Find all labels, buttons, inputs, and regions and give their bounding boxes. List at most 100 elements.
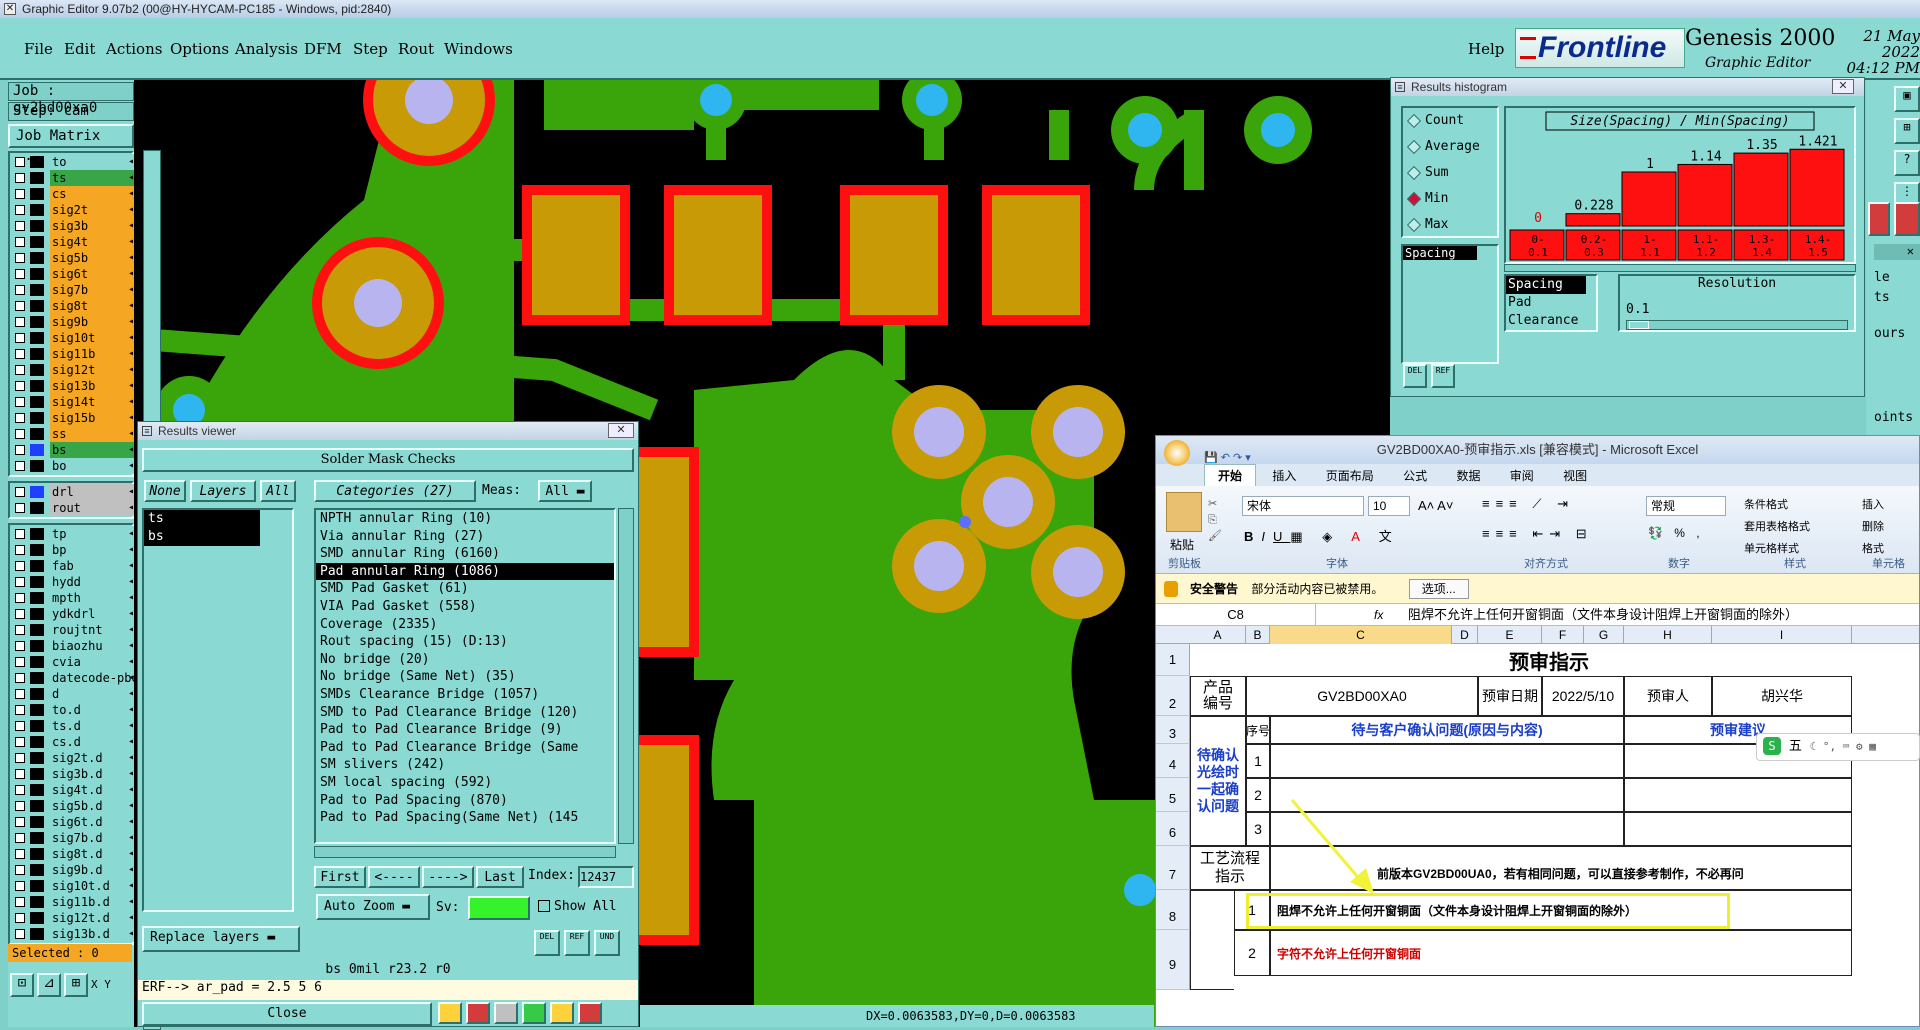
result-layer-item[interactable]: ts	[144, 510, 260, 528]
category-item[interactable]: Coverage (2335)	[316, 616, 614, 634]
histogram-measure-list[interactable]: Spacing	[1401, 244, 1499, 364]
layer-color-swatch[interactable]	[30, 252, 44, 264]
advice-2[interactable]	[1624, 778, 1852, 812]
layer-color-swatch[interactable]	[30, 592, 44, 604]
security-options-button[interactable]: 选项...	[1408, 579, 1469, 599]
layer-row[interactable]: sig5b ◂	[10, 250, 136, 266]
layer-checkbox[interactable]	[15, 657, 25, 667]
layer-color-swatch[interactable]	[30, 656, 44, 668]
layer-color-swatch[interactable]	[30, 544, 44, 556]
tab-page-layout[interactable]: 页面布局	[1313, 465, 1387, 487]
layer-color-swatch[interactable]	[30, 284, 44, 296]
layer-name[interactable]: ydkdrl ◂	[50, 606, 136, 622]
layer-name[interactable]: ts.d ◂	[50, 718, 136, 734]
layer-name[interactable]: roujtnt ◂	[50, 622, 136, 638]
category-item[interactable]: SM local spacing (592)	[316, 774, 614, 792]
layer-color-swatch[interactable]	[30, 460, 44, 472]
layer-row[interactable]: bs ◂	[10, 442, 136, 458]
layer-name[interactable]: sig10t.d ◂	[50, 878, 136, 894]
layer-checkbox[interactable]	[15, 253, 25, 263]
layer-color-swatch[interactable]	[30, 528, 44, 540]
layer-checkbox[interactable]	[15, 221, 25, 231]
layer-name[interactable]: sig13b.d ◂	[50, 926, 136, 942]
layer-checkbox[interactable]	[15, 429, 25, 439]
category-item[interactable]: SMD to Pad Clearance Bridge (120)	[316, 704, 614, 722]
layer-color-swatch[interactable]	[30, 752, 44, 764]
insert-cells-button[interactable]: 插入	[1862, 494, 1884, 516]
category-item[interactable]: SM slivers (242)	[316, 756, 614, 774]
layer-row[interactable]: ts ◂	[10, 170, 136, 186]
col-e[interactable]: E	[1478, 626, 1542, 644]
seq-label[interactable]: 序号	[1246, 716, 1270, 744]
layer-checkbox[interactable]	[15, 173, 25, 183]
mode-option[interactable]: Average	[1403, 134, 1497, 160]
formula-input[interactable]: 阻焊不允许上任何开窗铜面（文件本身设计阻焊上开窗铜面的除外）	[1408, 604, 1798, 626]
layer-checkbox[interactable]	[15, 833, 25, 843]
refresh-icon[interactable]: REF	[564, 930, 590, 956]
col-f[interactable]: F	[1542, 626, 1584, 644]
layer-color-swatch[interactable]	[30, 672, 44, 684]
advice-3[interactable]	[1624, 812, 1852, 846]
layer-name[interactable]: sig15b ◂	[50, 410, 136, 426]
histogram-bar[interactable]	[1677, 163, 1733, 227]
layer-name[interactable]: ts ◂	[50, 170, 136, 186]
layer-row[interactable]: sig2t.d ◂	[10, 750, 136, 766]
layer-color-swatch[interactable]	[30, 236, 44, 248]
layer-row[interactable]: sig6t.d ◂	[10, 814, 136, 830]
layer-row[interactable]: cvia ◂	[10, 654, 136, 670]
layer-row[interactable]: sig13b ◂	[10, 378, 136, 394]
layer-color-swatch[interactable]	[30, 204, 44, 216]
layer-name[interactable]: sig12t.d ◂	[50, 910, 136, 926]
tab-insert[interactable]: 插入	[1259, 465, 1309, 487]
layer-row[interactable]: bo ◂	[10, 458, 136, 474]
layer-checkbox[interactable]	[15, 205, 25, 215]
layer-row[interactable]: d ◂	[10, 686, 136, 702]
layer-color-swatch[interactable]	[30, 624, 44, 636]
layer-name[interactable]: sig12t ◂	[50, 362, 136, 378]
attr-item-clearance[interactable]: Clearance	[1506, 312, 1596, 330]
layer-checkbox[interactable]	[15, 625, 25, 635]
layer-row[interactable]: bp ◂	[10, 542, 136, 558]
layer-checkbox[interactable]	[15, 913, 25, 923]
layer-row[interactable]: sig9b ◂	[10, 314, 136, 330]
layer-checkbox[interactable]	[15, 189, 25, 199]
layer-name[interactable]: sig8t.d ◂	[50, 846, 136, 862]
layer-color-swatch[interactable]	[30, 928, 44, 940]
meas-select[interactable]: All ▬	[538, 480, 592, 502]
name-box[interactable]: C8	[1156, 604, 1316, 626]
number-format-select[interactable]: 常规	[1646, 496, 1726, 516]
close-icon[interactable]: ✕	[608, 423, 634, 438]
number-icons[interactable]: 💱 % ,	[1648, 526, 1704, 540]
layer-color-swatch[interactable]	[30, 608, 44, 620]
row-2[interactable]: 2	[1156, 676, 1190, 716]
layer-name[interactable]: sig6t ◂	[50, 266, 136, 282]
layer-row[interactable]: roujtnt ◂	[10, 622, 136, 638]
layer-row[interactable]: sig2t ◂	[10, 202, 136, 218]
layer-name[interactable]: sig3b ◂	[50, 218, 136, 234]
result-layer-item[interactable]: bs	[144, 528, 260, 546]
layer-row[interactable]: sig15b ◂	[10, 410, 136, 426]
layer-name[interactable]: to ◂	[50, 154, 136, 170]
categories-scrollbar[interactable]	[618, 508, 634, 844]
tab-view[interactable]: 视图	[1550, 465, 1600, 487]
product-no-label[interactable]: 产品 编号	[1190, 676, 1246, 716]
menu-options[interactable]: Options	[170, 40, 229, 58]
layer-color-swatch[interactable]	[30, 896, 44, 908]
menu-help[interactable]: Help	[1468, 40, 1504, 58]
first-button[interactable]: First	[314, 866, 366, 888]
menu-analysis[interactable]: Analysis	[235, 40, 298, 58]
measure-icon[interactable]: ⊿	[37, 973, 61, 997]
layer-row[interactable]: datecode-pbe ◂	[10, 670, 136, 686]
layer-name[interactable]: sig7b.d ◂	[50, 830, 136, 846]
layer-row[interactable]: sig12t.d ◂	[10, 910, 136, 926]
layer-checkbox[interactable]	[15, 349, 25, 359]
layer-name[interactable]: datecode-pbe ◂	[50, 670, 136, 686]
row-6[interactable]: 6	[1156, 812, 1190, 846]
refresh-icon[interactable]: REF	[1431, 364, 1455, 388]
job-matrix-button[interactable]: Job Matrix ...	[8, 124, 134, 164]
row-7[interactable]: 7	[1156, 846, 1190, 890]
histogram-bar[interactable]	[1789, 148, 1845, 227]
layer-row[interactable]: tp ◂	[10, 526, 136, 542]
function-icon[interactable]: fx	[1374, 604, 1383, 626]
layer-checkbox[interactable]	[15, 445, 25, 455]
